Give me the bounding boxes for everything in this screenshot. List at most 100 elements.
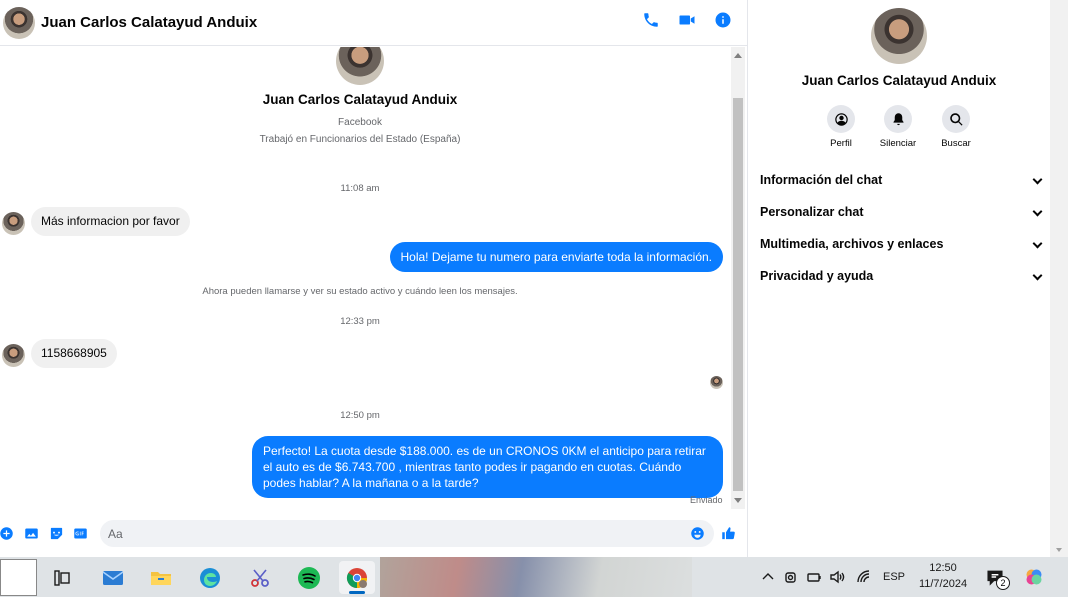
mail-icon xyxy=(102,570,124,585)
message-input[interactable] xyxy=(100,520,714,547)
spotify-app[interactable] xyxy=(291,561,327,594)
message-bubble-outgoing[interactable]: Perfecto! La cuota desde $188.000. es de… xyxy=(252,436,723,498)
timestamp: 12:50 pm xyxy=(340,410,380,421)
language-indicator[interactable]: ESP xyxy=(883,565,905,589)
panel-contact-name: Juan Carlos Calatayud Anduix xyxy=(801,73,997,88)
spotify-icon xyxy=(298,566,320,589)
mute-button[interactable]: Silenciar xyxy=(868,105,928,149)
section-customize-chat[interactable]: Personalizar chat xyxy=(760,200,1042,224)
message-bubble-outgoing[interactable]: Hola! Dejame tu numero para enviarte tod… xyxy=(389,242,723,272)
chevron-down-icon xyxy=(1033,272,1042,281)
message-scrollbar[interactable] xyxy=(731,47,745,509)
show-hidden-icons-button[interactable] xyxy=(760,565,776,589)
message-bubble-incoming[interactable]: Más informacion por favor xyxy=(31,207,190,236)
intro-work: Trabajó en Funcionarios del Estado (Espa… xyxy=(259,134,461,145)
info-icon xyxy=(715,12,731,28)
plus-circle-icon xyxy=(0,526,13,540)
clock-date: 11/7/2024 xyxy=(918,578,968,590)
wifi-icon xyxy=(857,570,870,583)
bell-icon xyxy=(893,112,903,125)
meet-now-button[interactable] xyxy=(783,565,799,589)
emoji-icon xyxy=(690,526,704,540)
intro-name: Juan Carlos Calatayud Anduix xyxy=(262,92,458,107)
emoji-button[interactable] xyxy=(689,525,705,541)
composer xyxy=(0,517,747,551)
sender-avatar xyxy=(2,344,25,367)
image-icon xyxy=(24,528,38,538)
scroll-up-arrow[interactable] xyxy=(734,53,742,58)
scroll-thumb[interactable] xyxy=(733,98,743,491)
page-scrollbar[interactable] xyxy=(1050,0,1068,557)
system-notice: Ahora pueden llamarse y ver su estado ac… xyxy=(202,286,518,297)
clock[interactable]: 12:50 11/7/2024 xyxy=(910,560,976,592)
camera-icon xyxy=(785,572,796,583)
message-list[interactable]: Juan Carlos Calatayud Anduix Facebook Tr… xyxy=(0,47,730,512)
contact-name[interactable]: Juan Carlos Calatayud Anduix xyxy=(41,14,257,31)
copilot-icon xyxy=(1026,569,1042,585)
intro-network: Facebook xyxy=(338,117,382,128)
network-status[interactable] xyxy=(856,565,872,589)
search-label: Buscar xyxy=(941,138,971,149)
video-camera-icon xyxy=(679,15,695,25)
sender-avatar xyxy=(2,212,25,235)
clock-time: 12:50 xyxy=(929,562,957,574)
gif-icon xyxy=(73,528,87,538)
task-view-button[interactable] xyxy=(44,561,80,594)
mail-app[interactable] xyxy=(95,561,131,594)
gif-button[interactable] xyxy=(72,525,88,541)
panel-avatar xyxy=(871,8,927,64)
language-label: ESP xyxy=(883,571,906,583)
edge-browser-app[interactable] xyxy=(192,561,228,594)
profile-button[interactable]: Perfil xyxy=(811,105,871,149)
scroll-down-arrow[interactable] xyxy=(734,498,742,503)
chevron-down-icon xyxy=(1033,240,1042,249)
edge-icon xyxy=(200,567,220,588)
taskbar-background xyxy=(380,557,692,597)
profile-label: Perfil xyxy=(830,138,852,149)
section-media-files-links[interactable]: Multimedia, archivos y enlaces xyxy=(760,232,1042,256)
timestamp: 12:33 pm xyxy=(340,316,380,327)
file-explorer-app[interactable] xyxy=(143,561,179,594)
video-call-button[interactable] xyxy=(677,9,697,31)
attach-photo-button[interactable] xyxy=(23,525,39,541)
message-row-incoming: 1158668905 xyxy=(2,339,117,368)
contact-avatar[interactable] xyxy=(3,6,35,39)
task-view-icon xyxy=(54,569,70,586)
header-actions xyxy=(641,9,733,31)
mute-label: Silenciar xyxy=(879,138,917,149)
profile-button-circle xyxy=(827,105,855,133)
speaker-icon xyxy=(830,570,845,584)
section-privacy-support[interactable]: Privacidad y ayuda xyxy=(760,264,1042,288)
search-button[interactable]: Buscar xyxy=(926,105,986,149)
scissors-icon xyxy=(251,568,269,587)
sticker-icon xyxy=(50,527,62,539)
windows-taskbar: ESP 12:50 11/7/2024 2 xyxy=(0,557,1068,597)
chat-window: Juan Carlos Calatayud Anduix Juan Carlos… xyxy=(0,0,748,557)
conversation-info-button[interactable] xyxy=(713,9,733,31)
thumbs-up-icon xyxy=(721,526,735,539)
like-button[interactable] xyxy=(720,525,736,541)
phone-icon xyxy=(644,13,658,27)
folder-icon xyxy=(151,571,171,585)
notification-count-badge: 2 xyxy=(996,576,1010,590)
section-label: Personalizar chat xyxy=(760,205,864,219)
section-chat-info[interactable]: Información del chat xyxy=(760,168,1042,192)
battery-status[interactable] xyxy=(806,565,822,589)
section-label: Privacidad y ayuda xyxy=(760,269,874,283)
taskbar-search-box[interactable] xyxy=(0,559,37,596)
timestamp: 11:08 am xyxy=(340,183,380,194)
chrome-app[interactable] xyxy=(339,561,375,594)
intro-avatar xyxy=(336,47,384,85)
chevron-up-icon xyxy=(762,573,774,580)
more-actions-button[interactable] xyxy=(0,525,14,541)
sticker-button[interactable] xyxy=(48,525,64,541)
voice-call-button[interactable] xyxy=(641,9,661,31)
section-label: Información del chat xyxy=(760,173,883,187)
volume-control[interactable] xyxy=(829,565,845,589)
copilot-button[interactable] xyxy=(1024,565,1044,589)
snipping-tool-app[interactable] xyxy=(242,561,278,594)
page-scroll-down-arrow[interactable] xyxy=(1056,548,1062,552)
message-bubble-incoming[interactable]: 1158668905 xyxy=(31,339,117,368)
battery-icon xyxy=(807,573,821,582)
chevron-down-icon xyxy=(1033,208,1042,217)
